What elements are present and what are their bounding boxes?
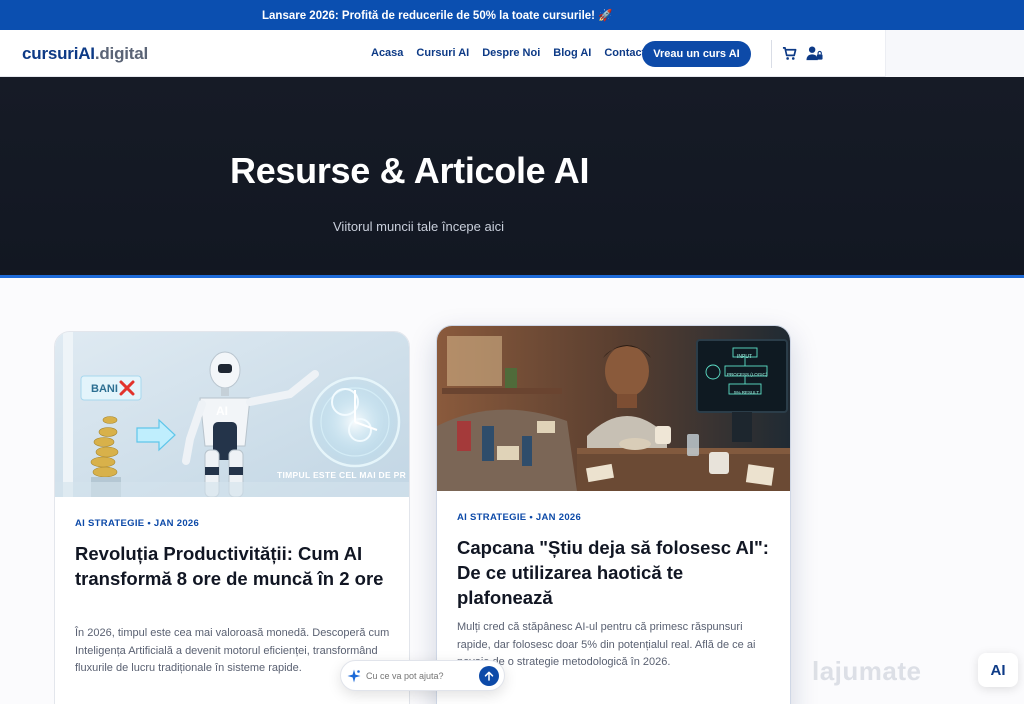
chat-input[interactable] — [366, 670, 478, 681]
nav-right-area — [885, 30, 1024, 77]
sparkle-icon — [347, 669, 361, 682]
article-title[interactable]: Revoluția Productivității: Cum AI transf… — [75, 541, 395, 591]
logo-suffix: .digital — [94, 44, 149, 63]
ai-assistant-badge[interactable]: AI — [978, 653, 1018, 687]
nav-divider — [771, 40, 772, 68]
screen-text-input: INPUT — [737, 354, 752, 360]
watermark-text: lajumate — [812, 656, 922, 686]
article-thumbnail-workspace[interactable]: INPUT PROCESS (LOGIC) 5% RESULT — [437, 326, 790, 491]
article-meta: AI STRATEGIE • JAN 2026 — [75, 518, 200, 529]
chat-send-button[interactable] — [479, 666, 499, 686]
article-excerpt: Mulți cred că stăpânesc AI-ul pentru că … — [457, 621, 756, 668]
site-logo[interactable]: cursuriAI.digital — [22, 44, 148, 64]
logo-name: cursuriAI — [22, 44, 95, 63]
thumb-caption: TIMPUL ESTE CEL MAI DE PR — [277, 470, 407, 480]
article-title[interactable]: Capcana "Știu deja să folosesc AI": De c… — [457, 535, 777, 610]
nav-link-blog-ai[interactable]: Blog AI — [553, 47, 591, 59]
promo-bar: Lansare 2026: Profită de reducerile de 5… — [0, 0, 1024, 30]
nav-link-contact[interactable]: Contact — [604, 47, 645, 59]
promo-text: Lansare 2026: Profită de reducerile de 5… — [262, 10, 613, 22]
thumb-label-ai: AI — [216, 404, 228, 418]
nav-menu: Acasa Cursuri AI Despre Noi Blog AI Cont… — [371, 47, 645, 59]
hero-banner: Resurse & Articole AI Viitorul muncii ta… — [0, 77, 1024, 278]
chat-widget[interactable] — [340, 660, 505, 691]
nav-link-cursuri-ai[interactable]: Cursuri AI — [416, 47, 469, 59]
cart-icon[interactable] — [782, 46, 797, 61]
screen-text-result: 5% RESULT — [734, 390, 760, 395]
hero-subtitle: Viitorul muncii tale începe aici — [333, 219, 505, 234]
screen-text-process: PROCESS (LOGIC) — [727, 372, 768, 377]
thumb-label-bani: BANI — [91, 383, 118, 395]
hero-title: Resurse & Articole AI — [230, 150, 590, 191]
article-card[interactable]: INPUT PROCESS (LOGIC) 5% RESULT AI STRAT… — [436, 325, 791, 704]
arrow-up-icon — [484, 671, 494, 681]
cta-button[interactable]: Vreau un curs AI — [642, 41, 751, 67]
article-meta: AI STRATEGIE • JAN 2026 — [457, 512, 582, 523]
nav-link-despre-noi[interactable]: Despre Noi — [482, 47, 540, 59]
main-navbar: cursuriAI.digital Acasa Cursuri AI Despr… — [0, 30, 1024, 77]
article-card[interactable]: BANI AI TIMPUL ESTE CEL MAI DE PR AI STR… — [54, 331, 410, 704]
nav-link-acasa[interactable]: Acasa — [371, 47, 403, 59]
user-icon[interactable] — [806, 45, 823, 61]
article-thumbnail-robot[interactable]: BANI AI TIMPUL ESTE CEL MAI DE PR — [55, 332, 409, 497]
